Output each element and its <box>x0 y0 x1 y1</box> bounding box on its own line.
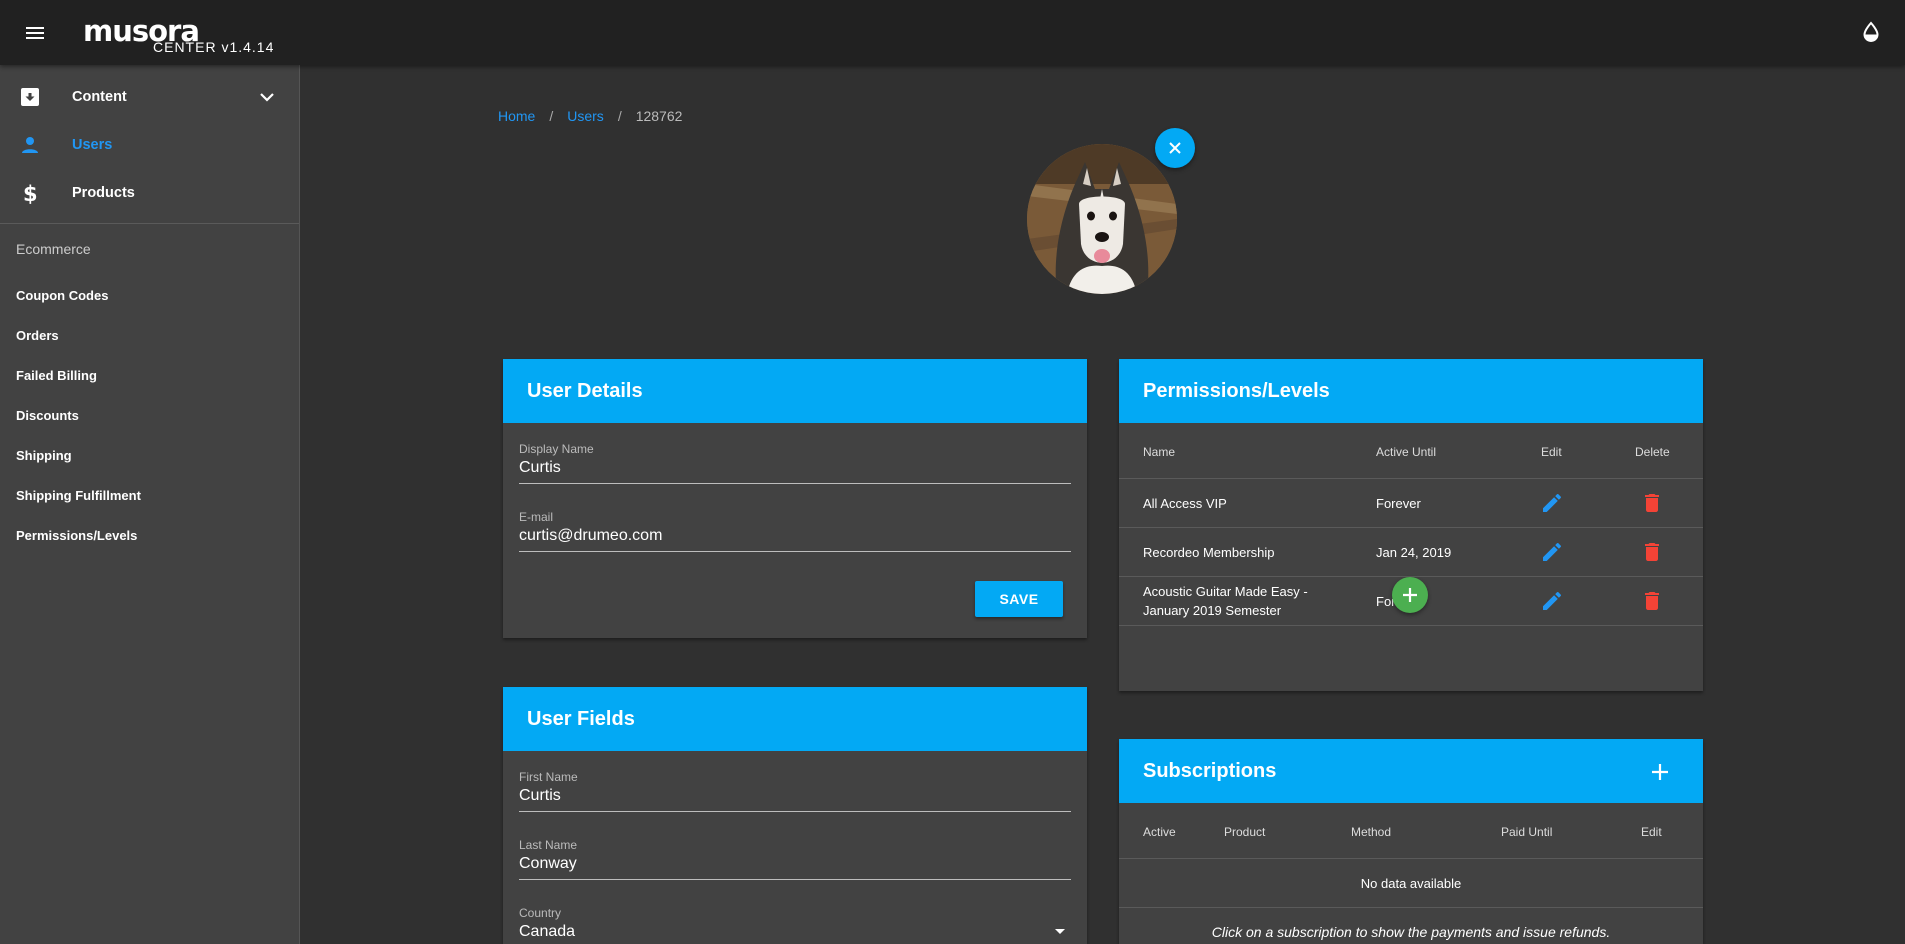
user-details-card: User Details Display Name Curtis E-mail … <box>503 359 1087 638</box>
permission-name: Recordeo Membership <box>1143 545 1275 560</box>
subscriptions-table-header: Active Product Method Paid Until Edit <box>1119 803 1703 859</box>
first-name-field[interactable]: First Name Curtis <box>519 770 1071 812</box>
first-name-input[interactable]: Curtis <box>519 787 1071 811</box>
card-header: Subscriptions <box>1119 739 1703 803</box>
display-name-field[interactable]: Display Name Curtis <box>519 442 1071 484</box>
svg-text:$: $ <box>23 182 38 205</box>
chevron-down-icon[interactable] <box>255 85 279 109</box>
no-data-text: No data available <box>1360 876 1462 891</box>
permissions-card: Permissions/Levels Name Active Until Edi… <box>1119 359 1703 691</box>
sidebar-item-users[interactable]: Users <box>0 121 299 169</box>
breadcrumb: Home / Users / 128762 <box>498 108 682 124</box>
archive-icon <box>18 85 42 109</box>
permission-active-until: Forever <box>1376 496 1421 511</box>
sidebar-link-discounts[interactable]: Discounts <box>16 408 79 423</box>
save-button[interactable]: SAVE <box>975 581 1063 617</box>
last-name-input[interactable]: Conway <box>519 855 1071 879</box>
app-version: v1.4.14 <box>221 39 275 55</box>
country-select[interactable]: Country Canada <box>519 906 1071 944</box>
breadcrumb-users[interactable]: Users <box>567 108 604 124</box>
card-header: User Fields <box>503 687 1087 751</box>
add-permission-button[interactable] <box>1392 577 1428 613</box>
sidebar: Content Users $ Products Ecommerce Coupo… <box>0 65 300 944</box>
close-icon <box>1169 142 1181 154</box>
column-header-method[interactable]: Method <box>1351 825 1391 839</box>
delete-trash-icon[interactable] <box>1640 491 1664 515</box>
sidebar-item-content[interactable]: Content <box>0 73 299 121</box>
sidebar-link-coupon-codes[interactable]: Coupon Codes <box>16 288 108 303</box>
display-name-input[interactable]: Curtis <box>519 459 1071 483</box>
sidebar-item-label: Content <box>72 89 127 105</box>
empty-row: No data available <box>1119 859 1703 908</box>
breadcrumb-home[interactable]: Home <box>498 108 535 124</box>
column-header-delete: Delete <box>1635 445 1670 459</box>
permission-name-line1: Acoustic Guitar Made Easy - <box>1143 584 1308 599</box>
breadcrumb-separator: / <box>617 108 622 124</box>
column-header-active[interactable]: Active <box>1143 825 1176 839</box>
column-header-active-until[interactable]: Active Until <box>1376 445 1436 459</box>
sidebar-link-shipping-fulfillment[interactable]: Shipping Fulfillment <box>16 488 141 503</box>
field-label: Last Name <box>519 838 578 852</box>
invert-colors-icon[interactable] <box>1859 20 1883 44</box>
email-input[interactable]: curtis@drumeo.com <box>519 527 1071 551</box>
logo-center-text: CENTER <box>153 39 217 55</box>
plus-icon <box>1403 588 1417 602</box>
card-title: User Fields <box>527 707 635 730</box>
card-title: User Details <box>527 379 643 402</box>
app-logo: musora CENTER v1.4.14 <box>83 16 273 55</box>
hamburger-menu-icon[interactable] <box>22 20 48 46</box>
sidebar-divider <box>0 223 299 224</box>
remove-avatar-button[interactable] <box>1155 128 1195 168</box>
card-title: Subscriptions <box>1143 759 1277 782</box>
permission-name: All Access VIP <box>1143 496 1227 511</box>
permissions-table-header: Name Active Until Edit Delete <box>1119 423 1703 479</box>
logo-subtitle: CENTER v1.4.14 <box>153 39 274 55</box>
table-row[interactable]: All Access VIP Forever <box>1119 479 1703 528</box>
delete-trash-icon[interactable] <box>1640 540 1664 564</box>
sidebar-link-shipping[interactable]: Shipping <box>16 448 72 463</box>
dropdown-arrow-icon[interactable] <box>1053 924 1067 938</box>
field-label: E-mail <box>519 510 554 524</box>
permission-active-until: Jan 24, 2019 <box>1376 545 1452 560</box>
subscriptions-hint: Click on a subscription to show the paym… <box>1211 924 1611 940</box>
sidebar-link-permissions-levels[interactable]: Permissions/Levels <box>16 528 137 543</box>
country-value[interactable]: Canada <box>519 923 1071 944</box>
breadcrumb-separator: / <box>549 108 554 124</box>
permission-name-line2: January 2019 Semester <box>1143 603 1282 618</box>
column-header-name[interactable]: Name <box>1143 445 1175 459</box>
subscriptions-card: Subscriptions Active Product Method Paid… <box>1119 739 1703 944</box>
column-header-edit: Edit <box>1641 825 1662 839</box>
column-header-edit: Edit <box>1541 445 1562 459</box>
field-label: Country <box>519 906 562 920</box>
delete-trash-icon[interactable] <box>1640 589 1664 613</box>
edit-pencil-icon[interactable] <box>1540 540 1564 564</box>
sidebar-link-failed-billing[interactable]: Failed Billing <box>16 368 97 383</box>
top-app-bar: musora CENTER v1.4.14 <box>0 0 1905 65</box>
field-label: Display Name <box>519 442 594 456</box>
column-header-product[interactable]: Product <box>1224 825 1265 839</box>
sidebar-item-label: Products <box>72 185 135 201</box>
last-name-field[interactable]: Last Name Conway <box>519 838 1071 880</box>
edit-pencil-icon[interactable] <box>1540 491 1564 515</box>
user-fields-card: User Fields First Name Curtis Last Name … <box>503 687 1087 944</box>
email-field[interactable]: E-mail curtis@drumeo.com <box>519 510 1071 552</box>
edit-pencil-icon[interactable] <box>1540 589 1564 613</box>
table-row[interactable]: Recordeo Membership Jan 24, 2019 <box>1119 528 1703 577</box>
sidebar-item-products[interactable]: $ Products <box>0 169 299 217</box>
sidebar-item-label: Users <box>72 137 113 153</box>
sidebar-section-title: Ecommerce <box>16 241 91 257</box>
field-label: First Name <box>519 770 578 784</box>
card-title: Permissions/Levels <box>1143 379 1330 402</box>
person-icon <box>18 133 42 157</box>
card-header: Permissions/Levels <box>1119 359 1703 423</box>
card-header: User Details <box>503 359 1087 423</box>
breadcrumb-current: 128762 <box>635 108 683 124</box>
sidebar-link-orders[interactable]: Orders <box>16 328 59 343</box>
dollar-icon: $ <box>18 181 42 206</box>
column-header-paid-until[interactable]: Paid Until <box>1501 825 1552 839</box>
add-subscription-icon[interactable] <box>1649 761 1671 783</box>
